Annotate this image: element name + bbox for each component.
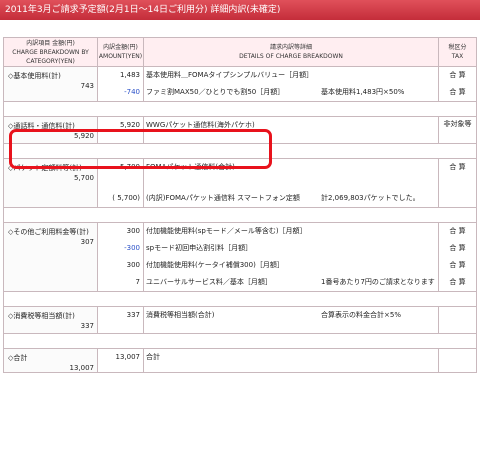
row-detail: 付加機能使用料(spモード／メール等含む)［月額］ [146, 227, 307, 235]
category-total: 5,700 [73, 174, 94, 182]
category-cell: ◇通話料・通信料(計) 5,920 [3, 116, 98, 144]
category-name: ◇パケット定額料等(計) [8, 164, 82, 172]
header-tax: 税区分 TAX [438, 37, 477, 67]
row-detail: WWGパケット通信料(海外パケホ) [146, 121, 255, 129]
section-consumption-tax: ◇消費税等相当額(計) 337 337 消費税等相当額(合計) 合算表示の料金合計… [3, 306, 477, 334]
row-detail: ファミ割MAX50／ひとりでも割50［月額］ 基本使用料1,483円×50% [146, 88, 405, 96]
tax-type: 合 算 [449, 71, 466, 79]
row-amount: 337 [126, 311, 140, 319]
tax-type: 合 算 [449, 227, 466, 235]
header-amount: 内訳金額(円) AMOUNT(YEN) [97, 37, 144, 67]
row-amount: -300 [124, 244, 140, 252]
row-amount: 5,700 [119, 163, 140, 171]
category-total: 337 [80, 322, 94, 330]
row-detail: 消費税等相当額(合計) 合算表示の料金合計×5% [146, 311, 401, 319]
category-total: 743 [80, 82, 94, 90]
row-detail: 付加機能使用料(ケータイ補償300)［月額］ [146, 261, 284, 269]
section-packet-flat-fee: ◇パケット定額料等(計) 5,700 5,700 ( 5,700) FOMAパケ… [3, 158, 477, 208]
category-name: ◇合計 [8, 354, 28, 362]
row-amount: 5,920 [119, 121, 140, 129]
row-detail: 合計 [146, 353, 160, 361]
row-amount: 13,007 [115, 353, 141, 361]
charge-breakdown-table: 内訳項目 金額(円) CHARGE BREAKDOWN BY CATEGORY(… [3, 37, 477, 373]
section-call-data-fee: ◇通話料・通信料(計) 5,920 5,920 WWGパケット通信料(海外パケホ… [3, 116, 477, 144]
statement-title: 2011年3月ご請求予定額(2月1日～14日ご利用分) 詳細内訳(未確定) [0, 0, 480, 20]
row-detail: spモード初回申込割引料［月額］ [146, 244, 253, 252]
header-category: 内訳項目 金額(円) CHARGE BREAKDOWN BY CATEGORY(… [3, 37, 98, 67]
section-grand-total: ◇合計 13,007 13,007 合計 [3, 348, 477, 373]
section-other-fees: ◇その他ご利用料金等(計) 307 300 -300 300 7 付加機能使用料… [3, 222, 477, 292]
category-cell: ◇基本使用料(計) 743 [3, 66, 98, 102]
tax-type: 合 算 [449, 261, 466, 269]
category-name: ◇消費税等相当額(計) [8, 312, 75, 320]
section-basic-fee: ◇基本使用料(計) 743 1,483 -740 基本使用料＿FOMAタイプシン… [3, 66, 477, 102]
tax-type [440, 308, 476, 325]
row-amount: ( 5,700) [112, 194, 140, 202]
row-detail: FOMAパケット通信料(合計) [146, 163, 235, 171]
category-name: ◇その他ご利用料金等(計) [8, 228, 89, 236]
row-amount: 7 [135, 278, 140, 286]
tax-type: 非対象等 [443, 120, 472, 128]
row-amount: 1,483 [119, 71, 140, 79]
table-header-row: 内訳項目 金額(円) CHARGE BREAKDOWN BY CATEGORY(… [3, 37, 477, 67]
row-amount: 300 [126, 261, 140, 269]
tax-type: 合 算 [449, 88, 466, 96]
category-cell: ◇パケット定額料等(計) 5,700 [3, 158, 98, 208]
row-detail: (内訳)FOMAパケット通信料 スマートフォン定額 計2,069,803パケットで… [146, 194, 420, 202]
row-detail: ユニバーサルサービス料／基本［月額］ 1番号あたり7円のご請求となります [146, 278, 435, 286]
tax-type: 合 算 [449, 244, 466, 252]
tax-type: 合 算 [449, 163, 466, 171]
category-total: 307 [80, 238, 94, 246]
category-name: ◇通話料・通信料(計) [8, 122, 75, 130]
category-total: 13,007 [69, 364, 95, 372]
header-details: 請求内訳等詳細 DETAILS OF CHARGE BREAKDOWN [143, 37, 439, 67]
tax-type: 合 算 [449, 278, 466, 286]
category-cell: ◇その他ご利用料金等(計) 307 [3, 222, 98, 292]
category-cell: ◇合計 13,007 [3, 348, 98, 373]
row-amount: -740 [124, 88, 140, 96]
category-name: ◇基本使用料(計) [8, 72, 61, 80]
tax-type [440, 350, 476, 367]
row-amount: 300 [126, 227, 140, 235]
category-cell: ◇消費税等相当額(計) 337 [3, 306, 98, 334]
row-detail: 基本使用料＿FOMAタイプシンプルバリュー［月額］ [146, 71, 314, 79]
category-total: 5,920 [73, 132, 94, 140]
